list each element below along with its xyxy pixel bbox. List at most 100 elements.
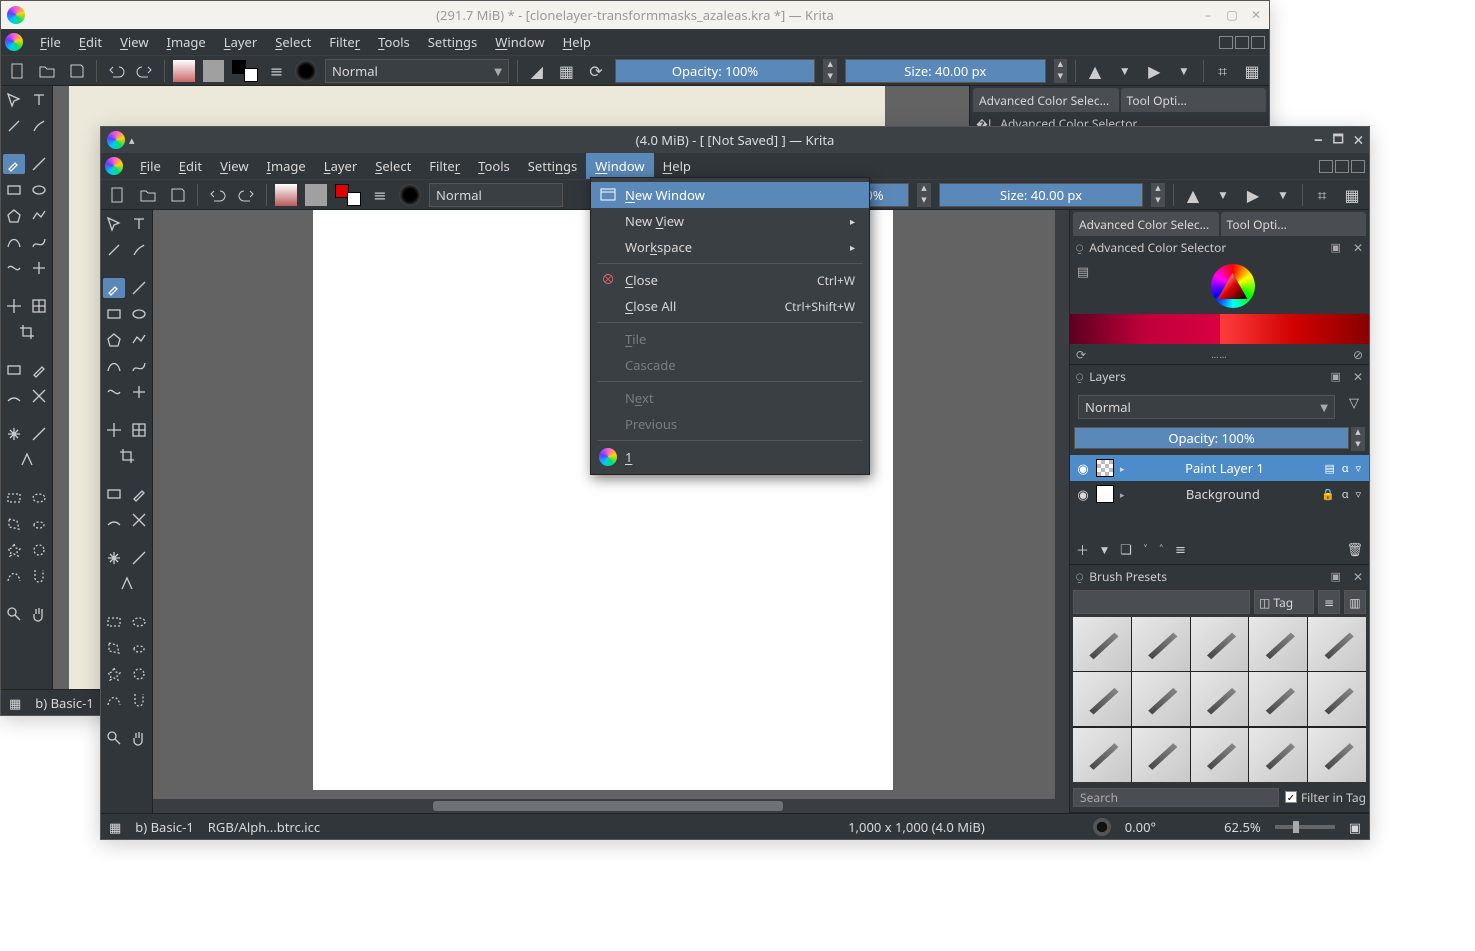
filter-icon[interactable]: ▽ (1343, 391, 1365, 413)
menu-help[interactable]: Help (554, 29, 600, 55)
menuitem-new-view[interactable]: New View▸ (591, 208, 869, 234)
tool-ellipse[interactable] (29, 180, 51, 200)
close-icon[interactable]: ✕ (1247, 6, 1265, 24)
chevron-down-icon[interactable]: ▼ (1212, 184, 1234, 206)
tool-transform[interactable] (103, 214, 125, 234)
vertical-scrollbar[interactable] (1055, 210, 1069, 799)
add-layer-icon[interactable]: ＋ (1076, 540, 1089, 559)
tool-line[interactable] (129, 278, 151, 298)
color-wheel[interactable] (1096, 258, 1369, 314)
preset-item[interactable] (1132, 728, 1190, 782)
tool-polygon[interactable] (103, 330, 125, 350)
close-icon[interactable]: ✕ (1353, 568, 1363, 585)
mirror-h-icon[interactable]: ▲ (1084, 60, 1106, 82)
brush-preview-icon[interactable] (295, 60, 317, 82)
redo-icon[interactable] (236, 184, 258, 206)
tool-smart-fill[interactable] (29, 386, 51, 406)
tool-transform[interactable] (3, 90, 25, 110)
menu-layer[interactable]: Layer (215, 29, 266, 55)
pattern-swatch[interactable] (305, 184, 327, 206)
tool-ellipse-select[interactable] (29, 488, 51, 508)
chevron-down-icon[interactable]: ▼ (1173, 60, 1195, 82)
close-icon[interactable]: 🗙 (1354, 130, 1363, 151)
float-icon[interactable]: ▣ (1331, 369, 1341, 384)
tool-color-select[interactable] (129, 664, 151, 684)
preset-item[interactable] (1132, 617, 1190, 671)
tool-dynamic[interactable] (103, 382, 125, 402)
tool-transform2[interactable] (129, 420, 151, 440)
storage-icon[interactable]: ▥ (1344, 590, 1366, 614)
tool-move[interactable] (103, 420, 125, 440)
close-icon[interactable]: ✕ (1353, 239, 1363, 256)
menu-layer[interactable]: Layer (315, 153, 366, 179)
tool-magnet-select[interactable] (129, 690, 151, 710)
tool-polygon[interactable] (3, 206, 25, 226)
minimize-icon[interactable]: – (1199, 6, 1217, 24)
tool-bezier[interactable] (3, 232, 25, 252)
titlebar-inactive[interactable]: (291.7 MiB) * - [clonelayer-transformmas… (1, 1, 1269, 29)
menu-select[interactable]: Select (366, 153, 420, 179)
tool-poly-select[interactable] (103, 638, 125, 658)
horizontal-scrollbar[interactable] (153, 799, 1069, 813)
tool-rect-select[interactable] (103, 612, 125, 632)
tool-gradient[interactable] (3, 360, 25, 380)
menu-filter[interactable]: Filter (320, 29, 369, 55)
reload-icon[interactable]: ⟳ (585, 60, 607, 82)
tool-bezier-select[interactable] (103, 690, 125, 710)
size-spinner[interactable]: ▲▼ (1054, 59, 1068, 83)
menu-filter[interactable]: Filter (420, 153, 469, 179)
open-file-icon[interactable] (37, 60, 59, 82)
tool-assist[interactable] (103, 548, 125, 568)
preset-item[interactable] (1308, 672, 1366, 726)
menu-file[interactable]: File (131, 153, 170, 179)
maximize-icon[interactable]: 🗖 (1332, 130, 1343, 151)
tool-zoom[interactable] (103, 728, 125, 748)
fit-page-icon[interactable]: ▣ (1349, 818, 1361, 836)
chevron-down-icon[interactable]: ▼ (1272, 184, 1294, 206)
tool-lasso[interactable] (29, 514, 51, 534)
tool-measure[interactable] (129, 548, 151, 568)
redo-icon[interactable] (134, 60, 156, 82)
tool-assist[interactable] (3, 424, 25, 444)
menu-settings[interactable]: Settings (519, 153, 587, 179)
window-mode-buttons[interactable] (1219, 36, 1265, 49)
layer-opacity-slider[interactable]: Opacity: 100% (1074, 427, 1349, 449)
color-slider[interactable] (1070, 314, 1369, 344)
layer-opacity-spinner[interactable]: ▲▼ (1351, 427, 1365, 451)
filter-in-tag-check[interactable]: ✓Filter in Tag (1285, 789, 1366, 806)
tool-freehand-path[interactable] (129, 356, 151, 376)
minimize-icon[interactable]: 🗕 (1314, 130, 1323, 151)
tool-edit-shapes[interactable] (3, 116, 25, 136)
dock-tab-tooloptions[interactable]: Tool Opti... (1121, 88, 1267, 112)
tool-pan[interactable] (129, 728, 151, 748)
tool-color-select[interactable] (29, 540, 51, 560)
tool-multi[interactable] (29, 258, 51, 278)
menu-help[interactable]: Help (654, 153, 700, 179)
preset-search[interactable]: Search (1073, 788, 1279, 807)
layer-locks[interactable]: 🔒 α ▿ (1321, 487, 1363, 502)
maximize-icon[interactable]: ▢ (1223, 6, 1241, 24)
preset-item[interactable] (1073, 617, 1131, 671)
tool-ellipse-select[interactable] (129, 612, 151, 632)
tool-contig-select[interactable] (3, 540, 25, 560)
workspace-icon[interactable]: ▦ (1341, 184, 1363, 206)
tool-ellipse[interactable] (129, 304, 151, 324)
fg-bg-colors[interactable] (232, 60, 258, 82)
mirror-h-icon[interactable]: ▲ (1182, 184, 1204, 206)
tool-ref[interactable] (116, 574, 138, 594)
tool-rect-select[interactable] (3, 488, 25, 508)
opacity-slider[interactable]: Opacity: 100% (615, 59, 815, 83)
refresh-icon[interactable]: ⟳ (1076, 346, 1086, 363)
tool-ref[interactable] (16, 450, 38, 470)
tool-text[interactable] (29, 90, 51, 110)
preset-item[interactable] (1308, 617, 1366, 671)
preset-item[interactable] (1073, 728, 1131, 782)
save-file-icon[interactable] (167, 184, 189, 206)
size-spinner[interactable]: ▲▼ (1151, 183, 1165, 207)
tag-button[interactable]: ◫Tag (1254, 590, 1314, 614)
properties-icon[interactable]: ≡ (1175, 540, 1186, 558)
menuitem-close[interactable]: ⮾ CloseCtrl+W (591, 267, 869, 293)
visibility-icon[interactable]: ◉ (1076, 485, 1090, 503)
brush-settings-icon[interactable]: ≡ (369, 184, 391, 206)
layer-row[interactable]: ◉ ▸ Paint Layer 1 ▤ α ▿ (1070, 455, 1369, 481)
